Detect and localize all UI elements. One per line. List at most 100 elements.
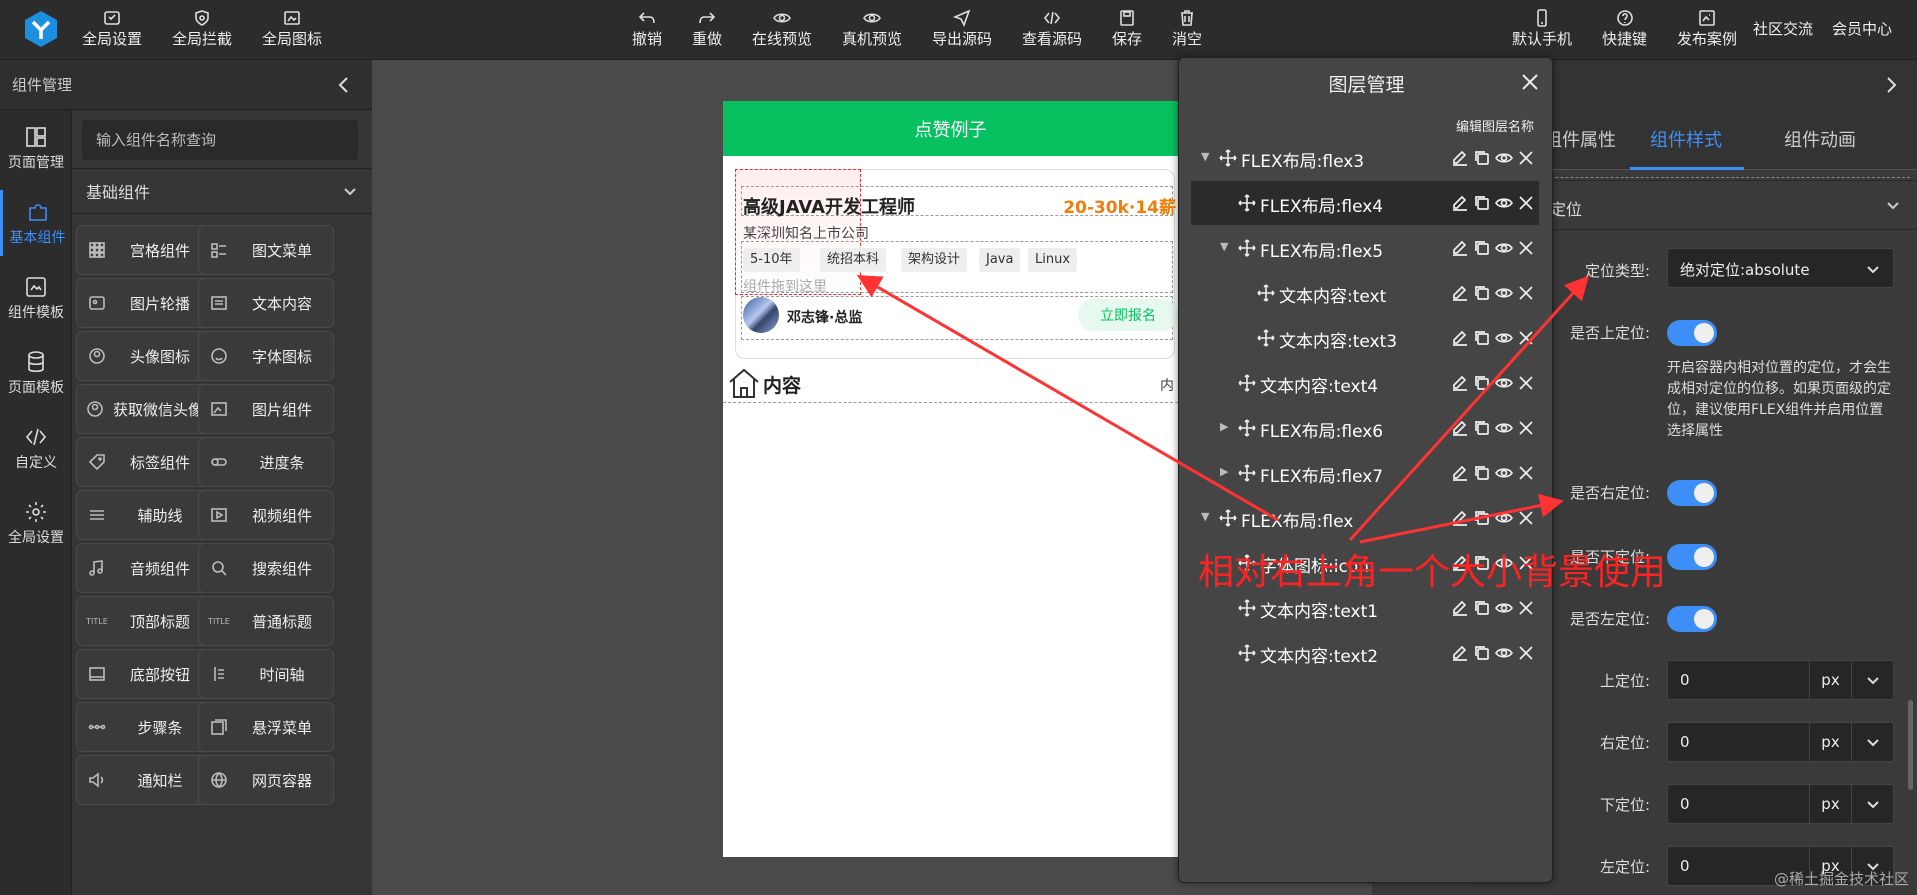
close-icon[interactable] bbox=[1517, 374, 1535, 392]
caret-down-icon[interactable]: ▼ bbox=[1201, 510, 1215, 524]
top-offset-field[interactable]: px bbox=[1667, 660, 1894, 700]
layer-row[interactable]: ▶ FLEX布局:flex7 bbox=[1191, 451, 1539, 495]
layer-row[interactable]: 文本内容:text bbox=[1191, 271, 1539, 315]
drag-move-icon[interactable] bbox=[1257, 329, 1275, 347]
component-item[interactable]: 辅助线 bbox=[76, 490, 212, 540]
component-item[interactable]: 宫格组件 bbox=[76, 225, 212, 275]
layer-row[interactable]: ▼ FLEX布局:flex bbox=[1191, 496, 1539, 540]
close-icon[interactable] bbox=[1517, 509, 1535, 527]
right-offset-input[interactable] bbox=[1668, 723, 1809, 761]
drag-move-icon[interactable] bbox=[1238, 374, 1256, 392]
layer-row[interactable]: ▼ FLEX布局:flex3 bbox=[1191, 136, 1539, 180]
eye-icon[interactable] bbox=[1495, 419, 1513, 437]
caret-down-icon[interactable]: ▼ bbox=[1220, 240, 1234, 254]
top-offset-input[interactable] bbox=[1668, 661, 1809, 699]
right-enabled-toggle[interactable] bbox=[1667, 480, 1717, 506]
apply-button[interactable]: 立即报名 bbox=[1078, 299, 1178, 331]
default-phone-button[interactable]: 默认手机 bbox=[1512, 8, 1572, 49]
component-item[interactable]: 图文菜单 bbox=[198, 225, 334, 275]
component-item[interactable]: 标签组件 bbox=[76, 437, 212, 487]
copy-icon[interactable] bbox=[1473, 419, 1491, 437]
chevron-down-icon[interactable] bbox=[1851, 723, 1893, 761]
redo-button[interactable]: 重做 bbox=[692, 8, 722, 49]
top-enabled-toggle[interactable] bbox=[1667, 320, 1717, 346]
rail-global-settings[interactable]: 全局设置 bbox=[0, 490, 72, 556]
component-item[interactable]: TITLE 顶部标题 bbox=[76, 596, 212, 646]
edit-icon[interactable] bbox=[1451, 644, 1469, 662]
layer-row[interactable]: FLEX布局:flex4 bbox=[1191, 181, 1539, 225]
component-search-input[interactable] bbox=[82, 120, 358, 160]
close-icon[interactable] bbox=[1517, 464, 1535, 482]
save-button[interactable]: 保存 bbox=[1112, 8, 1142, 49]
layer-row[interactable]: 文本内容:text3 bbox=[1191, 316, 1539, 360]
layer-row[interactable]: 文本内容:text2 bbox=[1191, 631, 1539, 675]
chevron-down-icon[interactable] bbox=[1851, 785, 1893, 823]
eye-icon[interactable] bbox=[1495, 509, 1513, 527]
right-offset-field[interactable]: px bbox=[1667, 722, 1894, 762]
rail-page-templates[interactable]: 页面模板 bbox=[0, 340, 72, 406]
close-icon[interactable] bbox=[1517, 284, 1535, 302]
component-item[interactable]: 图片组件 bbox=[198, 384, 334, 434]
component-item[interactable]: 文本内容 bbox=[198, 278, 334, 328]
drag-move-icon[interactable] bbox=[1238, 464, 1256, 482]
layer-row[interactable]: 文本内容:text4 bbox=[1191, 361, 1539, 405]
close-icon[interactable] bbox=[1520, 72, 1540, 92]
online-preview-button[interactable]: 在线预览 bbox=[752, 8, 812, 49]
bottom-offset-field[interactable]: px bbox=[1667, 784, 1894, 824]
component-item[interactable]: 搜索组件 bbox=[198, 543, 334, 593]
component-item[interactable]: 时间轴 bbox=[198, 649, 334, 699]
component-item[interactable]: 进度条 bbox=[198, 437, 334, 487]
layer-row[interactable]: ▼ FLEX布局:flex5 bbox=[1191, 226, 1539, 270]
component-item[interactable]: 音频组件 bbox=[76, 543, 212, 593]
undo-button[interactable]: 撤销 bbox=[632, 8, 662, 49]
edit-icon[interactable] bbox=[1451, 239, 1469, 257]
view-source-button[interactable]: 查看源码 bbox=[1022, 8, 1082, 49]
left-enabled-toggle[interactable] bbox=[1667, 606, 1717, 632]
close-icon[interactable] bbox=[1517, 239, 1535, 257]
collapse-right-icon[interactable] bbox=[1881, 75, 1901, 95]
drag-move-icon[interactable] bbox=[1219, 149, 1237, 167]
close-icon[interactable] bbox=[1517, 194, 1535, 212]
rail-page-management[interactable]: 页面管理 bbox=[0, 115, 72, 181]
drag-move-icon[interactable] bbox=[1238, 644, 1256, 662]
component-item[interactable]: 步骤条 bbox=[76, 702, 212, 752]
rail-custom[interactable]: 自定义 bbox=[0, 415, 72, 481]
copy-icon[interactable] bbox=[1473, 329, 1491, 347]
eye-icon[interactable] bbox=[1495, 284, 1513, 302]
edit-icon[interactable] bbox=[1451, 419, 1469, 437]
copy-icon[interactable] bbox=[1473, 509, 1491, 527]
member-center-link[interactable]: 会员中心 bbox=[1832, 18, 1892, 39]
clear-button[interactable]: 消空 bbox=[1172, 8, 1202, 49]
component-item[interactable]: 获取微信头像 bbox=[76, 384, 212, 434]
edit-icon[interactable] bbox=[1451, 599, 1469, 617]
drag-move-icon[interactable] bbox=[1219, 509, 1237, 527]
copy-icon[interactable] bbox=[1473, 194, 1491, 212]
device-preview-button[interactable]: 真机预览 bbox=[842, 8, 902, 49]
component-item[interactable]: 头像图标 bbox=[76, 331, 212, 381]
edit-icon[interactable] bbox=[1451, 374, 1469, 392]
copy-icon[interactable] bbox=[1473, 284, 1491, 302]
eye-icon[interactable] bbox=[1495, 329, 1513, 347]
drag-move-icon[interactable] bbox=[1238, 419, 1256, 437]
publish-case-button[interactable]: 发布案例 bbox=[1677, 8, 1737, 49]
edit-layer-name-button[interactable]: 编辑图层名称 bbox=[1456, 116, 1534, 135]
copy-icon[interactable] bbox=[1473, 644, 1491, 662]
caret-down-icon[interactable]: ▼ bbox=[1201, 150, 1215, 164]
drag-move-icon[interactable] bbox=[1257, 284, 1275, 302]
caret-right-icon[interactable]: ▶ bbox=[1220, 465, 1234, 479]
copy-icon[interactable] bbox=[1473, 239, 1491, 257]
scrollbar[interactable] bbox=[1908, 700, 1913, 790]
copy-icon[interactable] bbox=[1473, 374, 1491, 392]
edit-icon[interactable] bbox=[1451, 284, 1469, 302]
component-item[interactable]: 网页容器 bbox=[198, 755, 334, 805]
eye-icon[interactable] bbox=[1495, 149, 1513, 167]
component-item[interactable]: 悬浮菜单 bbox=[198, 702, 334, 752]
global-icons-button[interactable]: 全局图标 bbox=[262, 8, 322, 49]
close-icon[interactable] bbox=[1517, 149, 1535, 167]
drag-move-icon[interactable] bbox=[1238, 194, 1256, 212]
eye-icon[interactable] bbox=[1495, 644, 1513, 662]
global-settings-button[interactable]: 全局设置 bbox=[82, 8, 142, 49]
component-item[interactable]: 图片轮播 bbox=[76, 278, 212, 328]
copy-icon[interactable] bbox=[1473, 149, 1491, 167]
chevron-down-icon[interactable] bbox=[1851, 661, 1893, 699]
